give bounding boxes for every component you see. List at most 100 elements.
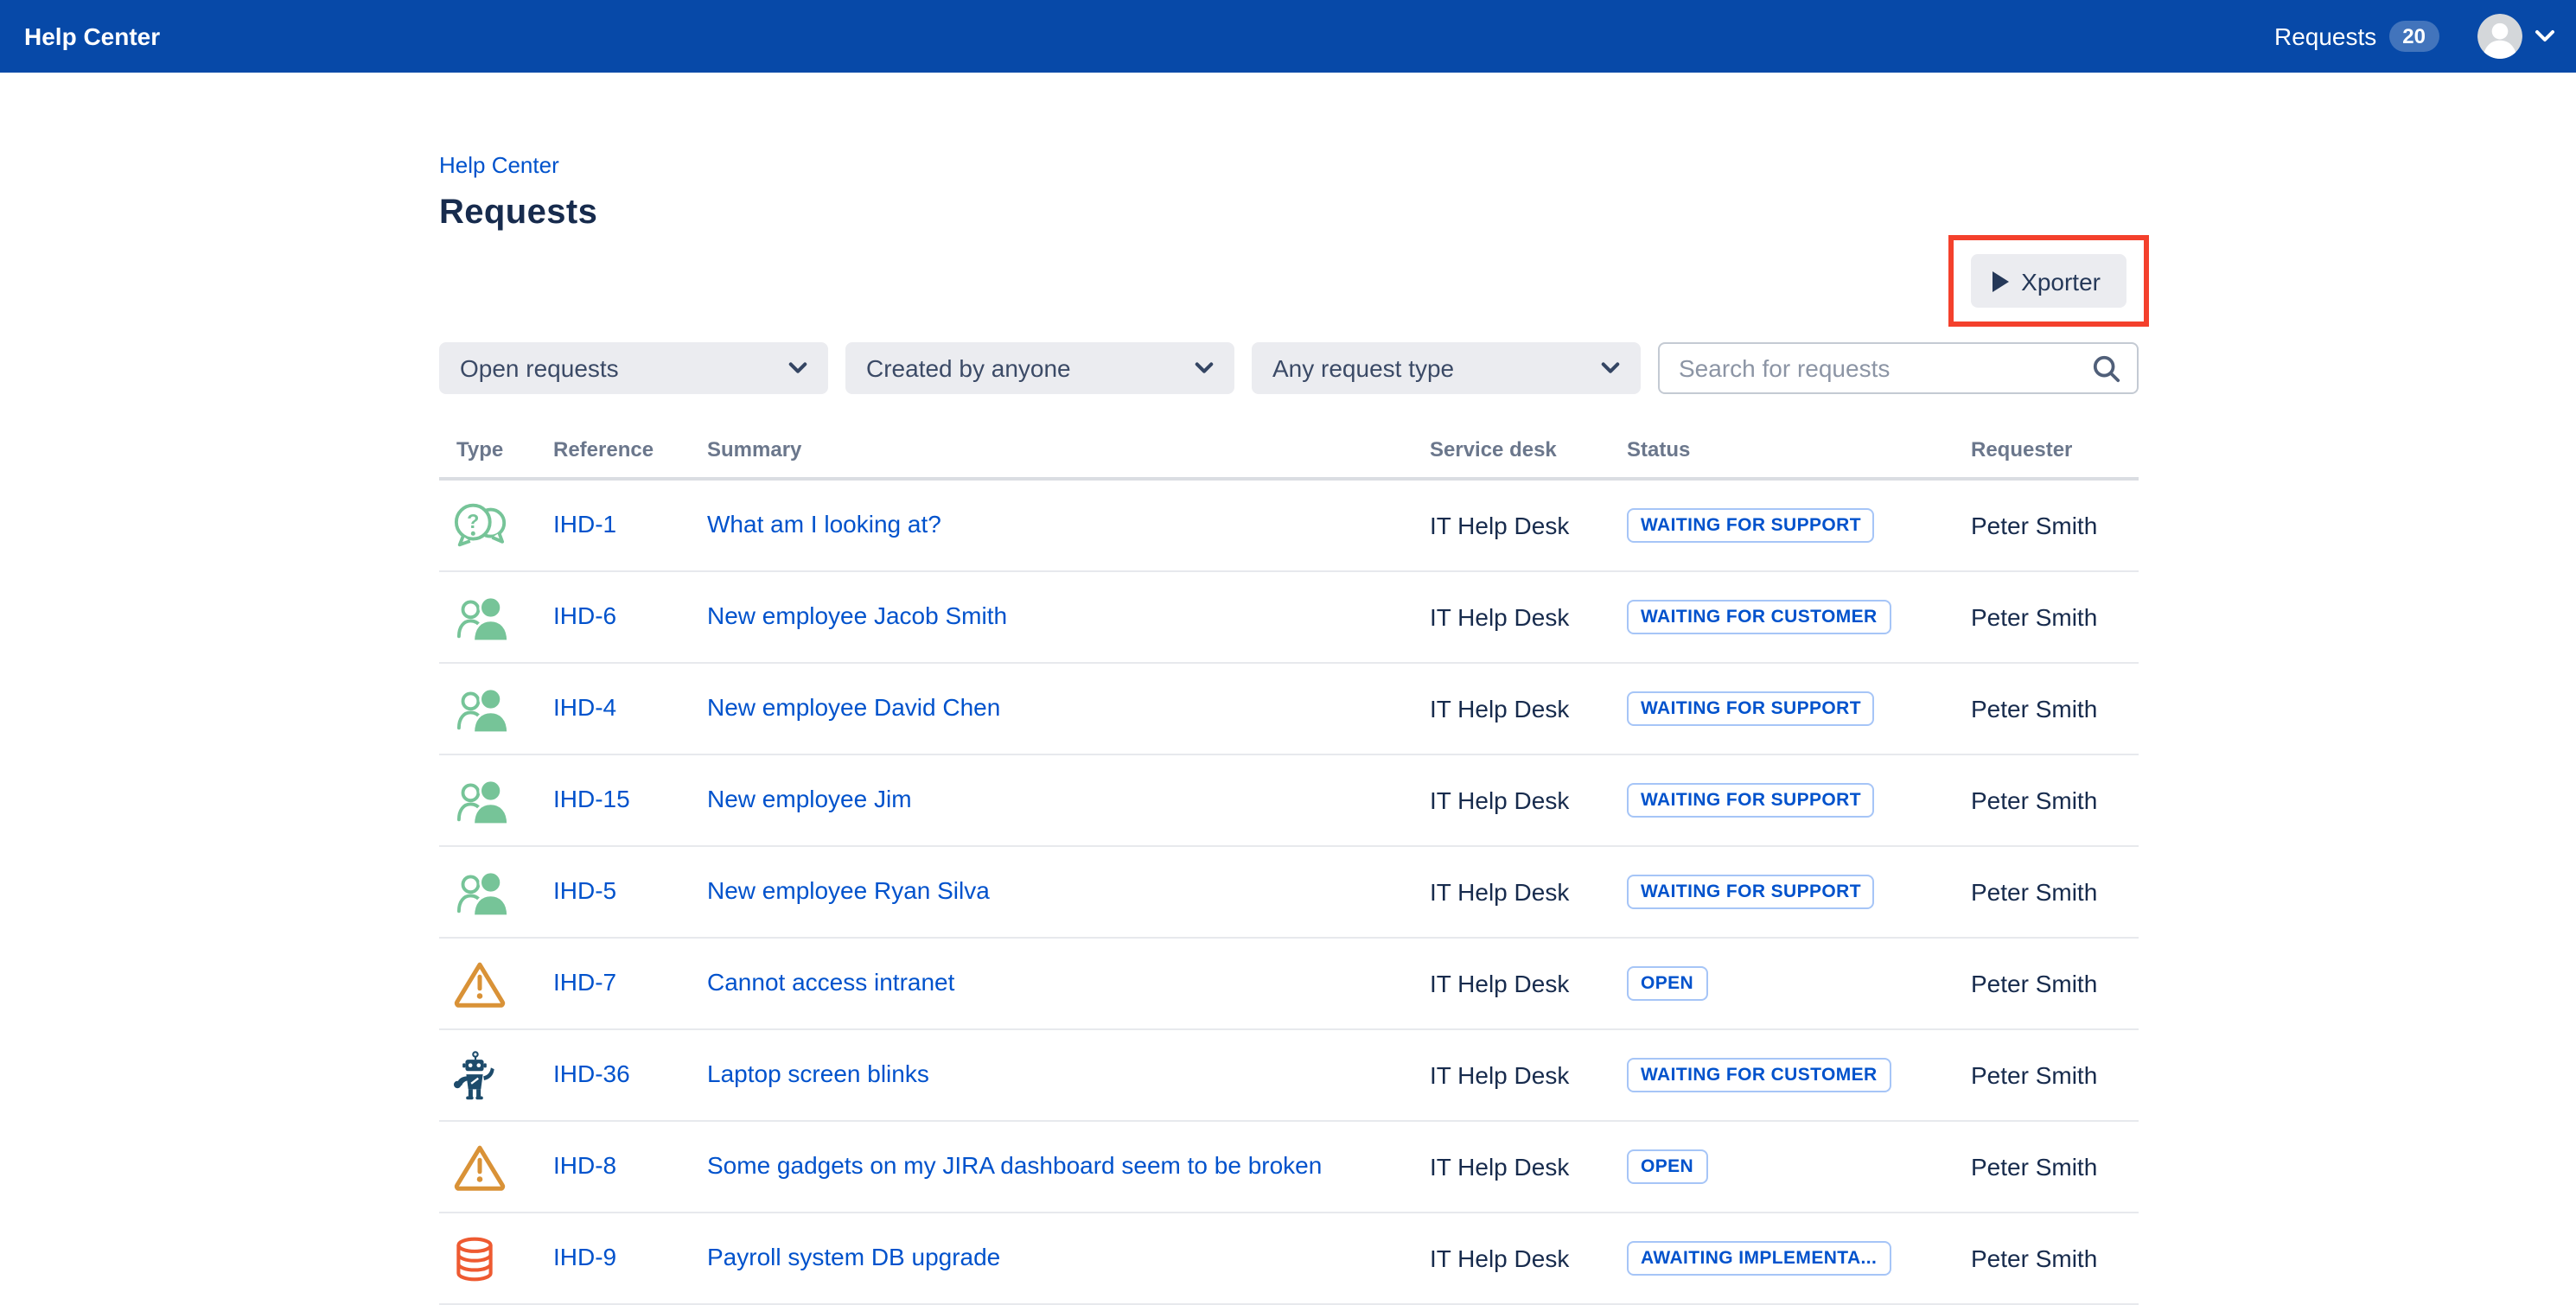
request-reference-link[interactable]: IHD-6 bbox=[553, 602, 616, 629]
status-filter-dropdown[interactable]: Open requests bbox=[439, 342, 828, 394]
request-summary-link[interactable]: New employee David Chen bbox=[707, 693, 1000, 721]
robot-icon bbox=[439, 1050, 553, 1100]
creator-filter-value: Created by anyone bbox=[866, 354, 1071, 382]
requests-count-badge: 20 bbox=[2388, 21, 2439, 52]
request-table-row[interactable]: IHD-5 New employee Ryan Silva IT Help De… bbox=[439, 847, 2139, 939]
requests-table: Type Reference Summary Service desk Stat… bbox=[439, 420, 2139, 1305]
service-desk-label: IT Help Desk bbox=[1430, 1245, 1627, 1272]
request-reference-link[interactable]: IHD-4 bbox=[553, 693, 616, 721]
main-content: Help Center Requests Xporter Open reques… bbox=[439, 73, 2139, 1305]
column-header-type: Type bbox=[439, 437, 553, 463]
chevron-down-icon bbox=[1601, 361, 1620, 375]
filter-bar: Open requests Created by anyone Any requ… bbox=[439, 342, 2139, 394]
status-badge: WAITING FOR CUSTOMER bbox=[1627, 1058, 1891, 1092]
request-table-row[interactable]: IHD-9 Payroll system DB upgrade IT Help … bbox=[439, 1213, 2139, 1305]
requester-label: Peter Smith bbox=[1971, 512, 2139, 539]
help-center-page: Help Center Requests 20 Help Center Re bbox=[0, 0, 2576, 1293]
breadcrumb: Help Center bbox=[439, 152, 2139, 180]
topbar-right: Requests 20 bbox=[2274, 14, 2555, 59]
request-reference-link[interactable]: IHD-5 bbox=[553, 876, 616, 904]
status-filter-value: Open requests bbox=[460, 354, 619, 382]
requester-label: Peter Smith bbox=[1971, 1061, 2139, 1089]
xporter-button-label: Xporter bbox=[2021, 267, 2101, 295]
requester-label: Peter Smith bbox=[1971, 878, 2139, 906]
request-summary-link[interactable]: New employee Jacob Smith bbox=[707, 602, 1007, 629]
search-input[interactable] bbox=[1675, 353, 2092, 384]
top-bar: Help Center Requests 20 bbox=[0, 0, 2576, 73]
requester-label: Peter Smith bbox=[1971, 970, 2139, 997]
status-badge: AWAITING IMPLEMENTA... bbox=[1627, 1241, 1891, 1276]
status-badge: WAITING FOR SUPPORT bbox=[1627, 783, 1875, 818]
request-table-row[interactable]: IHD-8 Some gadgets on my JIRA dashboard … bbox=[439, 1122, 2139, 1213]
requester-label: Peter Smith bbox=[1971, 1245, 2139, 1272]
xporter-button[interactable]: Xporter bbox=[1971, 254, 2126, 308]
service-desk-label: IT Help Desk bbox=[1430, 603, 1627, 631]
request-reference-link[interactable]: IHD-1 bbox=[553, 510, 616, 538]
request-reference-link[interactable]: IHD-9 bbox=[553, 1243, 616, 1270]
chevron-down-icon bbox=[1195, 361, 1214, 375]
request-summary-link[interactable]: Some gadgets on my JIRA dashboard seem t… bbox=[707, 1151, 1322, 1179]
request-summary-link[interactable]: New employee Ryan Silva bbox=[707, 876, 990, 904]
request-summary-link[interactable]: What am I looking at? bbox=[707, 510, 941, 538]
column-header-service-desk: Service desk bbox=[1430, 437, 1627, 463]
requester-label: Peter Smith bbox=[1971, 1153, 2139, 1181]
status-badge: WAITING FOR SUPPORT bbox=[1627, 691, 1875, 726]
service-desk-label: IT Help Desk bbox=[1430, 695, 1627, 723]
people-icon bbox=[439, 592, 553, 642]
request-summary-link[interactable]: Cannot access intranet bbox=[707, 968, 954, 996]
request-table-row[interactable]: IHD-15 New employee Jim IT Help Desk WAI… bbox=[439, 755, 2139, 847]
request-summary-link[interactable]: New employee Jim bbox=[707, 785, 912, 812]
request-summary-link[interactable]: Payroll system DB upgrade bbox=[707, 1243, 1000, 1270]
annotation-highlight-box: Xporter bbox=[1948, 235, 2149, 327]
column-header-status: Status bbox=[1627, 437, 1971, 463]
user-menu-button[interactable] bbox=[2477, 14, 2555, 59]
requests-table-body: ? IHD-1 What am I looking at? IT Help De… bbox=[439, 481, 2139, 1305]
requester-label: Peter Smith bbox=[1971, 695, 2139, 723]
status-badge: OPEN bbox=[1627, 966, 1707, 1001]
people-icon bbox=[439, 775, 553, 825]
people-icon bbox=[439, 684, 553, 734]
request-table-row[interactable]: IHD-4 New employee David Chen IT Help De… bbox=[439, 664, 2139, 755]
creator-filter-dropdown[interactable]: Created by anyone bbox=[845, 342, 1234, 394]
svg-text:?: ? bbox=[467, 510, 479, 532]
requests-table-header: Type Reference Summary Service desk Stat… bbox=[439, 420, 2139, 481]
chevron-down-icon bbox=[788, 361, 807, 375]
column-header-summary: Summary bbox=[707, 437, 1430, 463]
page-title: Requests bbox=[439, 190, 2139, 235]
service-desk-label: IT Help Desk bbox=[1430, 970, 1627, 997]
chevron-down-icon bbox=[2535, 29, 2555, 43]
requester-label: Peter Smith bbox=[1971, 786, 2139, 814]
people-icon bbox=[439, 867, 553, 917]
request-reference-link[interactable]: IHD-36 bbox=[553, 1060, 630, 1087]
request-table-row[interactable]: ? IHD-1 What am I looking at? IT Help De… bbox=[439, 481, 2139, 572]
request-table-row[interactable]: IHD-6 New employee Jacob Smith IT Help D… bbox=[439, 572, 2139, 664]
requests-nav-label: Requests bbox=[2274, 22, 2376, 50]
warning-icon bbox=[439, 959, 553, 1008]
request-reference-link[interactable]: IHD-7 bbox=[553, 968, 616, 996]
service-desk-label: IT Help Desk bbox=[1430, 786, 1627, 814]
question-bubbles-icon: ? bbox=[439, 501, 553, 550]
column-header-reference: Reference bbox=[553, 437, 707, 463]
request-table-row[interactable]: IHD-36 Laptop screen blinks IT Help Desk… bbox=[439, 1030, 2139, 1122]
service-desk-label: IT Help Desk bbox=[1430, 1153, 1627, 1181]
warning-icon bbox=[439, 1143, 553, 1191]
request-type-filter-dropdown[interactable]: Any request type bbox=[1252, 342, 1641, 394]
request-reference-link[interactable]: IHD-15 bbox=[553, 785, 630, 812]
status-badge: WAITING FOR SUPPORT bbox=[1627, 508, 1875, 543]
play-icon bbox=[1990, 269, 2011, 293]
status-badge: WAITING FOR SUPPORT bbox=[1627, 875, 1875, 909]
column-header-requester: Requester bbox=[1971, 437, 2139, 463]
breadcrumb-help-center-link[interactable]: Help Center bbox=[439, 152, 559, 178]
requester-label: Peter Smith bbox=[1971, 603, 2139, 631]
search-icon bbox=[2092, 353, 2121, 383]
requests-nav-link[interactable]: Requests 20 bbox=[2274, 21, 2439, 52]
request-table-row[interactable]: IHD-7 Cannot access intranet IT Help Des… bbox=[439, 939, 2139, 1030]
request-type-filter-value: Any request type bbox=[1272, 354, 1454, 382]
status-badge: WAITING FOR CUSTOMER bbox=[1627, 600, 1891, 634]
service-desk-label: IT Help Desk bbox=[1430, 1061, 1627, 1089]
request-reference-link[interactable]: IHD-8 bbox=[553, 1151, 616, 1179]
brand-link[interactable]: Help Center bbox=[24, 22, 160, 50]
service-desk-label: IT Help Desk bbox=[1430, 878, 1627, 906]
database-icon bbox=[439, 1235, 553, 1282]
request-summary-link[interactable]: Laptop screen blinks bbox=[707, 1060, 929, 1087]
